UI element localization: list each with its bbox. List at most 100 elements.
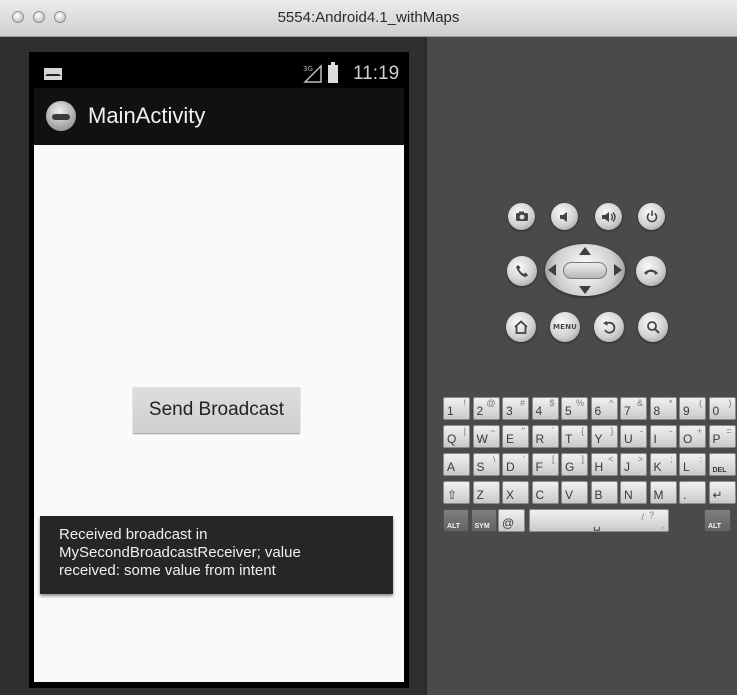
keyboard-key[interactable]: 1! (443, 397, 470, 420)
keyboard-key[interactable]: M (649, 481, 677, 504)
key-label: ALT (708, 523, 722, 530)
key-label: SYM (474, 523, 490, 530)
key-alt-label: } (610, 426, 614, 436)
key-label: R (535, 432, 545, 446)
call-icon (507, 256, 537, 286)
keyboard-key[interactable]: SYM (470, 509, 497, 532)
keyboard-key[interactable]: 7 & (620, 397, 647, 420)
send-broadcast-button[interactable]: Send Broadcast (133, 387, 300, 433)
key-label: M (653, 488, 664, 502)
key-label: W (476, 432, 488, 446)
key-label: Q (447, 432, 457, 446)
keyboard-key[interactable]: F[ (531, 453, 559, 476)
dpad-right-icon[interactable] (614, 264, 622, 276)
keyboard-key[interactable]: T{ (561, 425, 588, 448)
title-bar: 5554:Android4.1_withMaps (0, 0, 737, 37)
key-alt-label: + (696, 426, 702, 436)
keyboard-key[interactable]: 2 @ (472, 397, 500, 420)
call-button[interactable] (507, 256, 537, 286)
window-title: 5554:Android4.1_withMaps (277, 9, 460, 26)
keyboard-key[interactable]: B (590, 481, 618, 504)
key-label: F (535, 460, 543, 474)
keyboard-key[interactable]: Q | (443, 425, 470, 448)
keyboard-key[interactable]: 0) (708, 397, 736, 420)
end-call-icon (636, 256, 666, 286)
keyboard-key[interactable]: ␣ /?, (529, 509, 669, 532)
key-label: 9 (683, 404, 690, 418)
keyboard-key[interactable]: 6 ^ (590, 397, 618, 420)
keyboard-key[interactable]: J > (620, 453, 647, 476)
dpad-down-icon[interactable] (579, 286, 591, 294)
keyboard-key[interactable]: @ (498, 509, 525, 532)
menu-button[interactable]: MENU (550, 312, 580, 342)
key-label: L (683, 460, 690, 474)
keyboard-key[interactable]: O + (679, 425, 706, 448)
keyboard-key[interactable]: ↵ (708, 481, 736, 504)
volume-down-icon (551, 203, 578, 230)
keyboard-key[interactable]: DEL (708, 453, 736, 476)
key-label: I (653, 432, 657, 446)
keyboard-key[interactable]: 3 # (502, 397, 529, 420)
keyboard-key[interactable]: S \ (472, 453, 500, 476)
home-button[interactable] (506, 312, 536, 342)
key-alt-label: > (637, 454, 643, 464)
key-label: V (565, 488, 574, 502)
keyboard-key[interactable]: G] (561, 453, 588, 476)
key-alt-label: | (463, 426, 466, 436)
key-alt-label: / (641, 512, 644, 522)
keyboard-key[interactable]: ⇧ (443, 481, 470, 504)
signal-icon: 3G (303, 64, 322, 83)
keyboard-key[interactable]: X (502, 481, 529, 504)
key-label: D (506, 460, 515, 474)
keyboard-key[interactable]: H < (590, 453, 618, 476)
key-alt-label: ^ (609, 398, 614, 408)
key-alt-label: * (668, 398, 673, 408)
keyboard-key[interactable]: 8 * (649, 397, 677, 420)
status-bar (34, 58, 404, 88)
keyboard-key[interactable]: K; (649, 453, 677, 476)
key-label: U (624, 432, 633, 446)
back-button[interactable] (594, 312, 624, 342)
keyboard-key[interactable]: 4 $ (531, 397, 559, 420)
key-label: J (624, 460, 630, 474)
keyboard-key[interactable]: 9( (679, 397, 706, 420)
keyboard-key[interactable]: ALT (704, 509, 731, 532)
camera-button[interactable] (508, 203, 535, 230)
power-button[interactable] (638, 203, 665, 230)
keyboard-key[interactable]: 5% (561, 397, 588, 420)
key-label: 2 (476, 404, 484, 418)
keyboard-key[interactable]: W ~ (472, 425, 500, 448)
key-label: S (476, 460, 485, 474)
dpad-left-icon[interactable] (548, 264, 556, 276)
keyboard-key[interactable]: U- (620, 425, 647, 448)
keyboard-key[interactable]: C (531, 481, 559, 504)
search-button[interactable] (638, 312, 668, 342)
key-alt-label: ; (669, 454, 673, 464)
keyboard-key[interactable]: E " (502, 425, 529, 448)
keyboard-key[interactable]: ALT (443, 509, 469, 532)
keyboard-key[interactable]: R ` (531, 425, 559, 448)
keyboard-key[interactable]: A (443, 453, 470, 476)
keyboard-key[interactable]: P = (708, 425, 736, 448)
key-alt-label: # (519, 398, 525, 408)
keyboard-key[interactable]: Y} (590, 425, 618, 448)
volume-down-button[interactable] (551, 203, 578, 230)
key-label: K (653, 460, 662, 474)
keyboard-key[interactable]: D ' (502, 453, 529, 476)
camera-icon (508, 203, 535, 230)
keyboard-key[interactable]: L: (679, 453, 706, 476)
keyboard-key[interactable]: V (561, 481, 588, 504)
keyboard-key[interactable]: Z (472, 481, 500, 504)
keyboard-key[interactable]: . (679, 481, 706, 504)
dpad-up-icon[interactable] (579, 247, 591, 255)
keyboard-key[interactable]: I- (649, 425, 677, 448)
keyboard-key[interactable]: N (620, 481, 647, 504)
volume-up-button[interactable] (595, 203, 622, 230)
end-call-button[interactable] (636, 256, 666, 286)
key-alt-label: \ (492, 454, 496, 464)
key-alt-label: $ (549, 398, 555, 408)
key-label: X (506, 488, 515, 502)
dpad-center-button[interactable] (563, 262, 607, 279)
key-label: Y (594, 432, 603, 446)
toast-message: Received broadcast in MySecondBroadcastR… (40, 516, 393, 594)
